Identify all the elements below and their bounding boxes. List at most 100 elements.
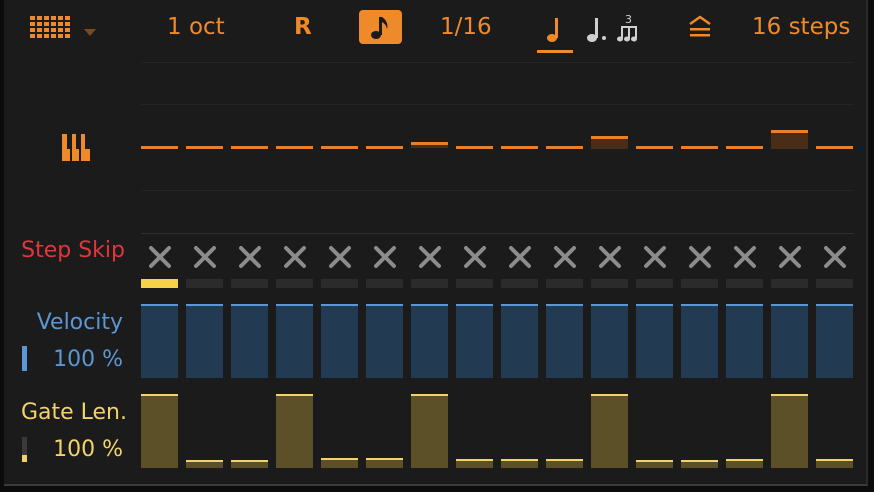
triplet-icon[interactable]: 3 <box>616 12 644 44</box>
grid-icon[interactable] <box>30 16 74 38</box>
eighth-note-icon[interactable] <box>359 10 402 44</box>
close-icon[interactable] <box>771 238 809 276</box>
arpeggiator-panel: 1 oct R 1/16 3 16 steps Step Skip Veloci… <box>4 0 868 486</box>
velocity-bar[interactable] <box>501 304 538 378</box>
close-icon[interactable] <box>636 238 674 276</box>
step-skip-indicator[interactable] <box>771 279 808 288</box>
close-icon[interactable] <box>501 238 539 276</box>
velocity-bar[interactable] <box>771 304 808 378</box>
step-skip-indicator[interactable] <box>141 279 178 288</box>
step-skip-indicator[interactable] <box>456 279 493 288</box>
step-skip-indicator[interactable] <box>411 279 448 288</box>
close-icon[interactable] <box>816 238 854 276</box>
velocity-bar[interactable] <box>276 304 313 378</box>
octave-range-button[interactable]: 1 oct <box>167 10 225 44</box>
pitch-step[interactable] <box>366 146 403 149</box>
step-skip-indicator[interactable] <box>816 279 853 288</box>
gate-length-label: Gate Len. <box>20 400 127 425</box>
step-skip-indicator[interactable] <box>231 279 268 288</box>
gate-length-bar[interactable] <box>186 460 223 468</box>
step-skip-indicator[interactable] <box>726 279 763 288</box>
chevron-down-icon[interactable] <box>84 22 96 36</box>
gate-length-bar[interactable] <box>771 394 808 468</box>
step-skip-indicator[interactable] <box>321 279 358 288</box>
record-button[interactable]: R <box>294 10 312 44</box>
pitch-gridline <box>141 62 854 63</box>
close-icon[interactable] <box>726 238 764 276</box>
velocity-bar[interactable] <box>591 304 628 378</box>
gate-length-bar[interactable] <box>456 459 493 468</box>
close-icon[interactable] <box>591 238 629 276</box>
gate-length-bar[interactable] <box>636 460 673 468</box>
velocity-bar[interactable] <box>681 304 718 378</box>
close-icon[interactable] <box>366 238 404 276</box>
dotted-note-icon[interactable] <box>582 14 612 44</box>
gate-length-value[interactable]: 100 % <box>34 437 123 462</box>
velocity-bar[interactable] <box>141 304 178 378</box>
velocity-bar[interactable] <box>816 304 853 378</box>
velocity-bar[interactable] <box>456 304 493 378</box>
pitch-step[interactable] <box>186 146 223 149</box>
step-skip-indicator[interactable] <box>501 279 538 288</box>
gate-length-bar[interactable] <box>816 459 853 468</box>
velocity-level-indicator <box>22 346 27 371</box>
gate-length-bar[interactable] <box>726 459 763 468</box>
close-icon[interactable] <box>276 238 314 276</box>
gate-length-bar[interactable] <box>231 460 268 468</box>
gate-length-bar[interactable] <box>141 394 178 468</box>
pitch-step[interactable] <box>231 146 268 149</box>
velocity-bar[interactable] <box>636 304 673 378</box>
close-icon[interactable] <box>186 238 224 276</box>
velocity-bar[interactable] <box>411 304 448 378</box>
step-skip-indicator[interactable] <box>681 279 718 288</box>
step-skip-indicator[interactable] <box>276 279 313 288</box>
rate-label[interactable]: 1/16 <box>440 10 492 44</box>
pitch-step[interactable] <box>816 146 853 149</box>
step-skip-indicator[interactable] <box>546 279 583 288</box>
gate-length-bar[interactable] <box>681 460 718 468</box>
velocity-bar[interactable] <box>186 304 223 378</box>
stack-icon[interactable] <box>688 14 712 40</box>
pitch-step[interactable] <box>501 146 538 149</box>
gate-length-bar[interactable] <box>501 459 538 468</box>
velocity-bar[interactable] <box>231 304 268 378</box>
gate-length-bar[interactable] <box>321 458 358 468</box>
gate-length-bar[interactable] <box>591 394 628 468</box>
pitch-step[interactable] <box>636 146 673 149</box>
step-skip-indicator[interactable] <box>591 279 628 288</box>
pitch-step[interactable] <box>771 130 808 149</box>
quarter-note-icon[interactable] <box>540 14 570 44</box>
gate-length-bar[interactable] <box>411 394 448 468</box>
close-icon[interactable] <box>456 238 494 276</box>
velocity-bar[interactable] <box>366 304 403 378</box>
pitch-step[interactable] <box>591 136 628 149</box>
gate-level-indicator <box>22 455 27 462</box>
pitch-gridline <box>141 233 854 234</box>
close-icon[interactable] <box>411 238 449 276</box>
close-icon[interactable] <box>546 238 584 276</box>
step-skip-indicator[interactable] <box>636 279 673 288</box>
pitch-step[interactable] <box>681 146 718 149</box>
pitch-step[interactable] <box>276 146 313 149</box>
steps-count-button[interactable]: 16 steps <box>752 10 850 44</box>
step-skip-indicator[interactable] <box>186 279 223 288</box>
straight-selected-underline <box>537 50 573 53</box>
close-icon[interactable] <box>321 238 359 276</box>
velocity-bar[interactable] <box>546 304 583 378</box>
pitch-step[interactable] <box>321 146 358 149</box>
close-icon[interactable] <box>681 238 719 276</box>
pitch-step[interactable] <box>726 146 763 149</box>
close-icon[interactable] <box>231 238 269 276</box>
gate-length-bar[interactable] <box>546 459 583 468</box>
pitch-step[interactable] <box>456 146 493 149</box>
velocity-bar[interactable] <box>321 304 358 378</box>
gate-length-bar[interactable] <box>366 458 403 468</box>
step-skip-indicator[interactable] <box>366 279 403 288</box>
close-icon[interactable] <box>141 238 179 276</box>
piano-keys-icon[interactable] <box>62 134 90 162</box>
velocity-value[interactable]: 100 % <box>34 347 123 372</box>
velocity-bar[interactable] <box>726 304 763 378</box>
pitch-step[interactable] <box>546 146 583 149</box>
pitch-step[interactable] <box>141 146 178 149</box>
gate-length-bar[interactable] <box>276 394 313 468</box>
